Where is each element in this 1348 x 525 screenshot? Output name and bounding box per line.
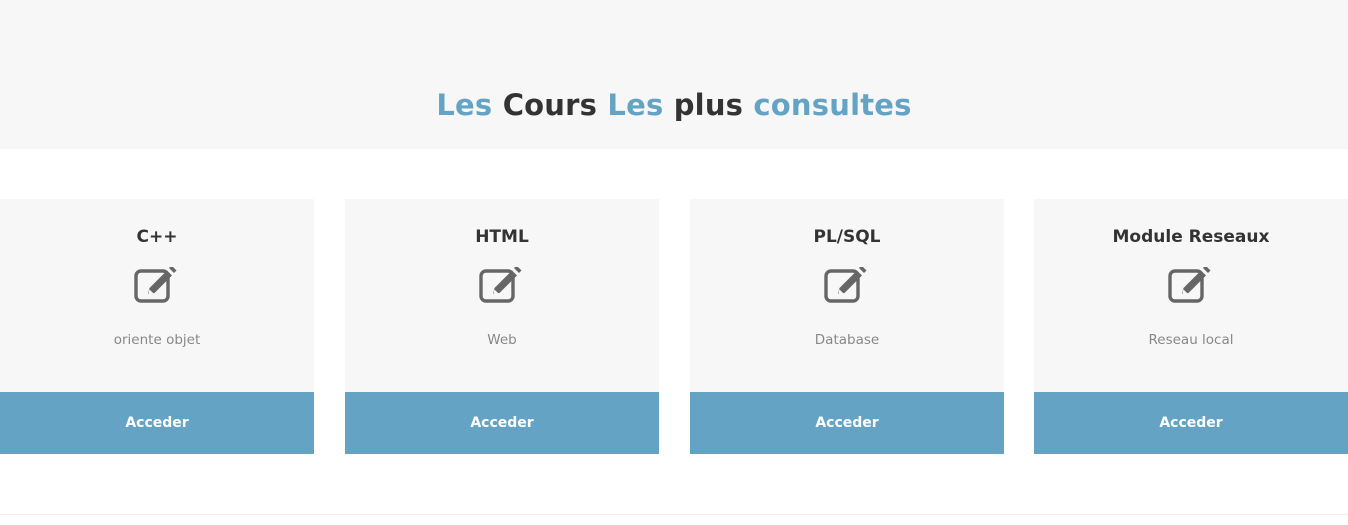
title-word-consultes: consultes bbox=[753, 88, 912, 123]
access-button[interactable]: Acceder bbox=[345, 392, 659, 454]
course-card-html: HTML Web Acceder bbox=[345, 199, 659, 454]
edit-icon bbox=[479, 267, 522, 303]
title-word-plus: plus bbox=[673, 88, 744, 123]
title-word-cours: Cours bbox=[502, 88, 598, 123]
course-card-module-reseaux: Module Reseaux Reseau local Acceder bbox=[1034, 199, 1348, 454]
edit-icon bbox=[1168, 267, 1211, 303]
course-title: PL/SQL bbox=[813, 227, 881, 247]
course-description: Web bbox=[487, 332, 517, 348]
course-title: C++ bbox=[136, 227, 178, 247]
course-card-plsql: PL/SQL Database Acceder bbox=[690, 199, 1004, 454]
title-word-les-2: Les bbox=[607, 88, 664, 123]
course-description: Database bbox=[814, 332, 880, 348]
title-word-les: Les bbox=[436, 88, 493, 123]
edit-icon bbox=[824, 267, 867, 303]
access-button[interactable]: Acceder bbox=[690, 392, 1004, 454]
access-button[interactable]: Acceder bbox=[1034, 392, 1348, 454]
access-button[interactable]: Acceder bbox=[0, 392, 314, 454]
course-description: Reseau local bbox=[1148, 332, 1234, 348]
course-card-cpp: C++ oriente objet Acceder bbox=[0, 199, 314, 454]
course-title: HTML bbox=[475, 227, 529, 247]
edit-icon bbox=[134, 267, 177, 303]
hero-banner: Les Cours Les plus consultes bbox=[0, 0, 1348, 149]
course-description: oriente objet bbox=[113, 332, 201, 348]
section-divider bbox=[0, 514, 1348, 515]
course-title: Module Reseaux bbox=[1112, 227, 1270, 247]
section-title: Les Cours Les plus consultes bbox=[0, 88, 1348, 122]
